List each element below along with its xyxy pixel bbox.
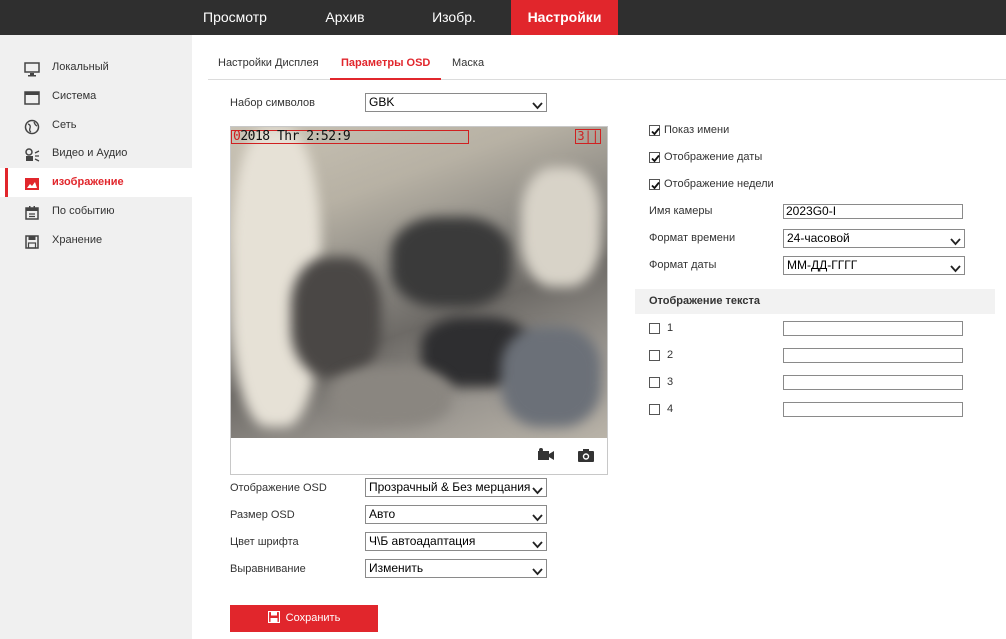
osd-display-select[interactable]: Прозрачный & Без мерцания <box>365 478 547 497</box>
top-navigation-bar: Просмотр Архив Изобр. Настройки <box>0 0 1006 35</box>
text-overlay-input-2[interactable] <box>783 348 963 363</box>
text-overlay-checkbox-2[interactable] <box>649 350 660 361</box>
video-preview: 02018 Thr 2:52:9 3|| <box>230 126 608 475</box>
osd-display-label: Отображение OSD <box>230 482 327 494</box>
alignment-value: Изменить <box>369 561 424 575</box>
osd-date-overlay: 02018 Thr 2:52:9 <box>233 129 351 144</box>
osd-datetime: 2018 Thr 2:52:9 <box>240 129 351 144</box>
globe-icon <box>24 118 40 135</box>
date-format-label: Формат даты <box>649 259 717 271</box>
sidebar-item-event[interactable]: По событию <box>0 197 192 226</box>
sidebar: Локальный Система Сеть Видео и Аудио изо… <box>0 35 192 639</box>
show-week-checkbox[interactable] <box>649 179 660 190</box>
text-overlay-checkbox-3[interactable] <box>649 377 660 388</box>
font-color-label: Цвет шрифта <box>230 536 299 548</box>
monitor-icon <box>24 60 40 77</box>
sidebar-item-label: Видео и Аудио <box>52 147 128 159</box>
calendar-icon <box>24 204 40 220</box>
font-color-value: Ч\Б автоадаптация <box>369 534 476 548</box>
charset-select[interactable]: GBK <box>365 93 547 112</box>
time-format-select[interactable]: 24-часовой <box>783 229 965 248</box>
tab-osd-settings[interactable]: Параметры OSD <box>330 47 442 80</box>
camera-name-input[interactable]: 2023G0-I <box>783 204 963 219</box>
image-icon <box>24 175 40 191</box>
video-camera-icon <box>538 448 554 460</box>
tab-privacy-mask[interactable]: Маска <box>452 47 484 80</box>
storage-icon <box>24 233 40 249</box>
live-video-frame: 02018 Thr 2:52:9 3|| <box>231 127 607 438</box>
sidebar-item-label: Система <box>52 90 97 102</box>
show-name-checkbox[interactable] <box>649 125 660 136</box>
alignment-label: Выравнивание <box>230 563 306 575</box>
osd-size-select[interactable]: Авто <box>365 505 547 524</box>
floppy-disk-icon <box>267 607 280 624</box>
chevron-down-icon <box>950 234 961 246</box>
text-overlay-label-2: 2 <box>667 349 674 361</box>
show-name-label: Показ имени <box>664 124 730 136</box>
checkmark-icon <box>651 154 660 163</box>
text-overlay-label-4: 4 <box>667 403 674 415</box>
date-format-value: ММ-ДД-ГГГГ <box>787 258 858 272</box>
sidebar-item-system[interactable]: Система <box>0 82 192 111</box>
chevron-down-icon <box>950 261 961 273</box>
sidebar-item-local[interactable]: Локальный <box>0 53 192 82</box>
nav-picture[interactable]: Изобр. <box>418 0 490 35</box>
sidebar-item-storage[interactable]: Хранение <box>0 226 192 255</box>
sidebar-item-label: Хранение <box>52 234 103 246</box>
text-overlay-header: Отображение текста <box>635 289 995 314</box>
window-icon <box>24 89 40 105</box>
show-date-label: Отображение даты <box>664 151 763 163</box>
nav-live-view[interactable]: Просмотр <box>192 0 278 35</box>
preview-toolbar <box>231 438 607 474</box>
nav-playback[interactable]: Архив <box>308 0 382 35</box>
show-week-label: Отображение недели <box>664 178 774 190</box>
osd-size-label: Размер OSD <box>230 509 295 521</box>
alignment-select[interactable]: Изменить <box>365 559 547 578</box>
text-overlay-label-1: 1 <box>667 322 674 334</box>
record-button[interactable] <box>537 447 555 463</box>
tabs-divider <box>208 79 1006 80</box>
sidebar-item-label: Сеть <box>52 119 77 131</box>
time-format-label: Формат времени <box>649 232 736 244</box>
charset-value: GBK <box>369 95 395 109</box>
chevron-down-icon <box>532 483 543 495</box>
chevron-down-icon <box>532 98 543 110</box>
charset-label: Набор символов <box>230 97 315 109</box>
osd-text-overlay: 3|| <box>575 129 601 144</box>
video-audio-icon <box>24 146 40 162</box>
sidebar-item-network[interactable]: Сеть <box>0 111 192 140</box>
chevron-down-icon <box>532 537 543 549</box>
sidebar-item-video-audio[interactable]: Видео и Аудио <box>0 139 192 168</box>
text-overlay-input-4[interactable] <box>783 402 963 417</box>
nav-configuration[interactable]: Настройки <box>511 0 618 35</box>
camera-icon <box>578 449 594 462</box>
osd-display-value: Прозрачный & Без мерцания <box>369 480 531 494</box>
chevron-down-icon <box>532 510 543 522</box>
font-color-select[interactable]: Ч\Б автоадаптация <box>365 532 547 551</box>
sidebar-item-label: изображение <box>52 176 124 188</box>
sidebar-item-label: Локальный <box>52 61 109 73</box>
save-button-label: Сохранить <box>285 612 341 624</box>
text-overlay-checkbox-1[interactable] <box>649 323 660 334</box>
osd-size-value: Авто <box>369 507 396 521</box>
chevron-down-icon <box>532 564 543 576</box>
checkmark-icon <box>651 127 660 136</box>
time-format-value: 24-часовой <box>787 231 850 245</box>
tab-display-settings[interactable]: Настройки Дисплея <box>218 47 319 80</box>
show-date-checkbox[interactable] <box>649 152 660 163</box>
text-overlay-label-3: 3 <box>667 376 674 388</box>
sidebar-item-label: По событию <box>52 205 115 217</box>
checkmark-icon <box>651 181 660 190</box>
sidebar-item-image[interactable]: изображение <box>0 168 192 197</box>
text-overlay-input-3[interactable] <box>783 375 963 390</box>
snapshot-button[interactable] <box>577 447 595 463</box>
text-overlay-checkbox-4[interactable] <box>649 404 660 415</box>
date-format-select[interactable]: ММ-ДД-ГГГГ <box>783 256 965 275</box>
camera-name-label: Имя камеры <box>649 205 713 217</box>
text-overlay-input-1[interactable] <box>783 321 963 336</box>
save-button[interactable]: Сохранить <box>230 605 378 632</box>
